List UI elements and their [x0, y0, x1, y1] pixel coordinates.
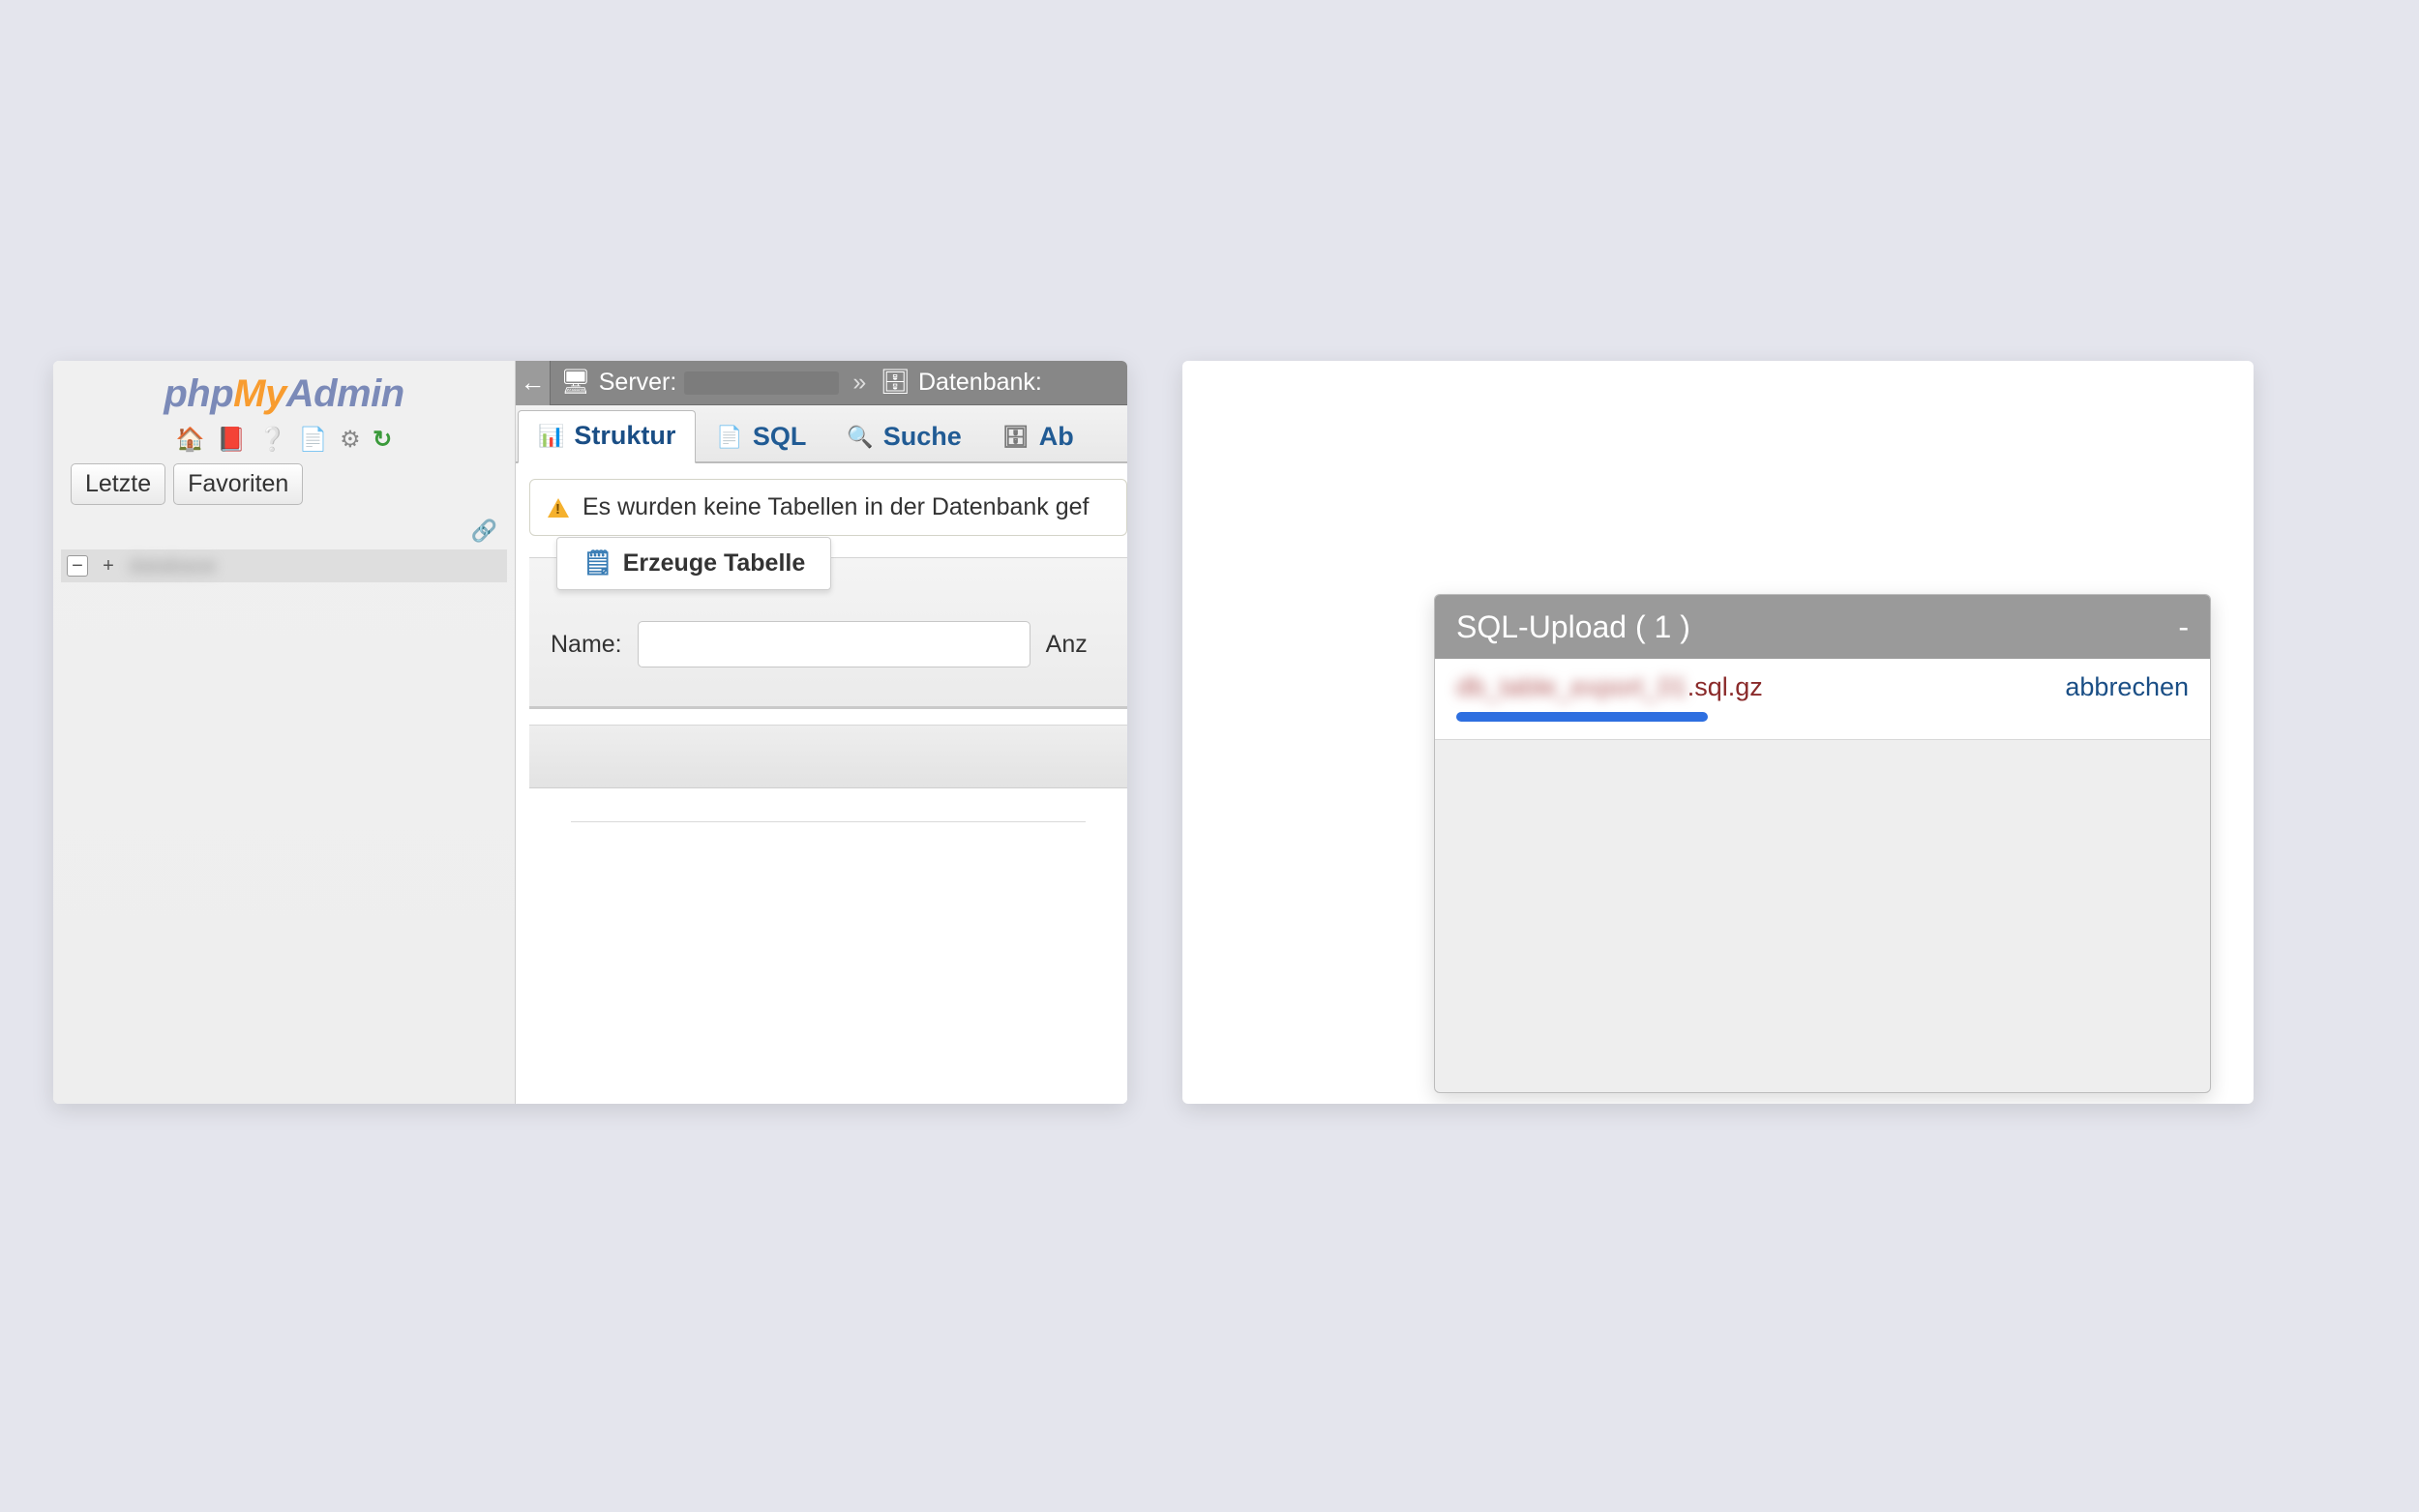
upload-window: SQL-Upload ( 1 ) - db_table_export_01.sq… [1182, 361, 2254, 1104]
expand-icon[interactable]: + [98, 555, 119, 577]
logout-icon[interactable] [217, 426, 246, 454]
upload-dialog: SQL-Upload ( 1 ) - db_table_export_01.sq… [1434, 594, 2211, 1093]
favorites-tab[interactable]: Favoriten [173, 463, 303, 505]
table-name-input[interactable] [638, 621, 1030, 667]
db-name-blurred: database [129, 553, 217, 578]
logo: phpMyAdmin [53, 361, 515, 420]
recent-tab[interactable]: Letzte [71, 463, 165, 505]
no-tables-alert: Es wurden keine Tabellen in der Datenban… [529, 479, 1127, 536]
sidebar: phpMyAdmin Letzte Favoriten − [53, 361, 516, 1104]
breadcrumb: ← Server: » Datenbank: [516, 361, 1127, 405]
upload-dialog-title: SQL-Upload ( 1 ) - [1435, 595, 2210, 659]
server-name-blurred [684, 371, 839, 395]
server-icon [560, 369, 591, 397]
create-table-panel: Erzeuge Tabelle Name: Anz [529, 557, 1127, 709]
reload-icon[interactable] [373, 426, 392, 454]
tab-search[interactable]: Suche [826, 411, 981, 463]
columns-label: Anz [1046, 631, 1088, 659]
tab-structure[interactable]: Struktur [518, 410, 696, 463]
db-tree: − + database [53, 549, 515, 582]
warning-icon [548, 498, 569, 518]
action-band [529, 725, 1127, 788]
upload-item: db_table_export_01.sql.gz abbrechen [1435, 659, 2210, 740]
search-icon [847, 425, 873, 450]
database-icon [880, 369, 911, 397]
separator [571, 821, 1085, 822]
breadcrumb-separator: » [849, 369, 870, 397]
upload-progress-bar [1456, 712, 1708, 722]
home-icon[interactable] [176, 426, 205, 454]
settings-icon[interactable] [340, 426, 361, 454]
alert-text: Es wurden keine Tabellen in der Datenban… [582, 493, 1090, 521]
help-icon[interactable] [257, 426, 286, 454]
collapse-icon[interactable]: − [67, 555, 88, 577]
sql-icon [716, 425, 742, 450]
tree-row[interactable]: − + database [61, 549, 507, 582]
back-button[interactable]: ← [516, 361, 551, 405]
tab-bar: Struktur SQL Suche Ab [516, 405, 1127, 463]
cancel-upload-link[interactable]: abbrechen [2065, 672, 2189, 702]
link-icon[interactable] [471, 519, 497, 544]
tab-sql[interactable]: SQL [696, 411, 826, 463]
breadcrumb-database[interactable]: Datenbank: [870, 369, 1052, 397]
phpmyadmin-window: phpMyAdmin Letzte Favoriten − [53, 361, 1127, 1104]
minimize-button[interactable]: - [2178, 609, 2189, 645]
query-icon [1002, 425, 1030, 450]
main-area: ← Server: » Datenbank: Struktur [516, 361, 1127, 1104]
new-table-icon [582, 549, 613, 578]
tab-query[interactable]: Ab [982, 411, 1094, 463]
quick-icons [53, 420, 515, 463]
upload-file-name: db_table_export_01.sql.gz [1456, 672, 1763, 702]
docs-icon[interactable] [299, 426, 328, 454]
create-table-legend: Erzeuge Tabelle [556, 537, 831, 590]
name-label: Name: [551, 631, 622, 659]
structure-icon [538, 424, 564, 449]
breadcrumb-server[interactable]: Server: [551, 369, 849, 397]
